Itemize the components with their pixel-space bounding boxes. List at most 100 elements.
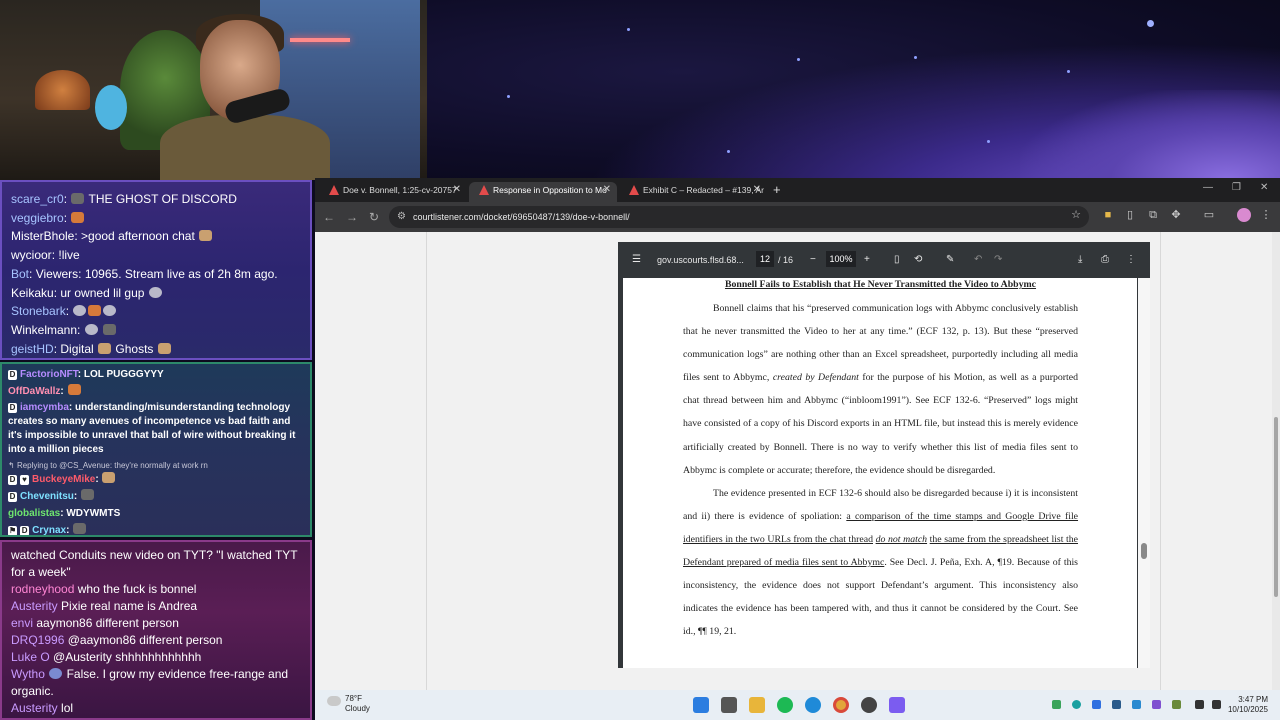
folder-icon[interactable]: ■ <box>1102 209 1114 221</box>
chat-message: D FactorioNFT: LOL PUGGGYYY <box>8 369 164 380</box>
chat-message: scare_cr0: THE GHOST OF DISCORD <box>11 192 237 206</box>
url-input[interactable]: ⚙ courtlistener.com/docket/69650487/139/… <box>389 206 1089 228</box>
pdf-scrollbar[interactable] <box>1138 278 1150 668</box>
chat-message: Winkelmann: <box>11 321 301 340</box>
network-icon[interactable] <box>1195 700 1204 709</box>
tray-icon[interactable] <box>1052 700 1061 709</box>
document-text: Bonnell Fails to Establish that He Never… <box>683 278 1078 643</box>
chat-message: Wytho False. I grow my evidence free-ran… <box>11 667 289 698</box>
chat-message: globalistas: WDYWMTS <box>8 507 121 519</box>
pdf-frame: ☰ gov.uscourts.flsd.68... 12 / 16 − 100%… <box>618 242 1150 668</box>
chat-message: wycioor: !live <box>11 248 80 263</box>
tray-icon[interactable] <box>1132 700 1141 709</box>
extensions-puzzle-icon[interactable]: ✥ <box>1170 209 1182 221</box>
page-number-input[interactable]: 12 <box>756 251 774 267</box>
sidebar-icon[interactable]: ▭ <box>1203 209 1215 221</box>
chrome-icon[interactable] <box>833 697 849 713</box>
spotify-icon[interactable] <box>777 697 793 713</box>
pdf-viewer-area: ☰ gov.uscourts.flsd.68... 12 / 16 − 100%… <box>315 232 1280 690</box>
close-tab-icon[interactable]: ✕ <box>753 182 761 198</box>
edge-icon[interactable] <box>805 697 821 713</box>
bookmark-star-icon[interactable]: ☆ <box>1070 209 1082 221</box>
system-clock[interactable]: 3:47 PM 10/10/2025 <box>1228 695 1268 715</box>
chat-message: Austerity lol <box>11 701 74 715</box>
app-purple-icon[interactable] <box>889 697 905 713</box>
zoom-out-icon[interactable]: − <box>810 253 816 267</box>
screen: scare_cr0: THE GHOST OF DISCORD veggiebr… <box>0 0 1280 720</box>
undo-icon[interactable]: ↶ <box>974 253 982 267</box>
pdf-toolbar: ☰ gov.uscourts.flsd.68... 12 / 16 − 100%… <box>618 242 1150 278</box>
pdf-icon <box>479 185 489 195</box>
chat-message: MisterBhole: >good afternoon chat <box>11 227 301 246</box>
chat-reply-context: ↰ Replying to @CS_Avenue: they're normal… <box>8 460 208 470</box>
maximize-icon[interactable]: ❐ <box>1232 182 1241 193</box>
new-tab-button[interactable]: + <box>773 182 781 198</box>
chat-message: envi aaymon86 different person <box>11 616 179 630</box>
chat-message: watched Conduits new video on TYT? "I wa… <box>11 548 298 579</box>
more-options-icon[interactable]: ⋮ <box>1126 253 1136 267</box>
tab-response-in-opposition[interactable]: Response in Opposition to Mo ✕ <box>469 182 617 202</box>
chat-message: Keikaku: ur owned lil gup <box>11 284 301 303</box>
forward-icon[interactable]: → <box>346 210 358 224</box>
redo-icon[interactable]: ↷ <box>994 253 1002 267</box>
pdf-icon <box>329 185 339 195</box>
steam-icon[interactable] <box>1112 700 1121 709</box>
close-window-icon[interactable]: ✕ <box>1260 182 1268 193</box>
fit-page-icon[interactable]: ▯ <box>894 253 900 267</box>
paragraph: The evidence presented in ECF 132-6 shou… <box>683 487 1079 638</box>
address-bar-row: ← → ↻ ⚙ courtlistener.com/docket/6965048… <box>315 202 1280 232</box>
task-view-icon[interactable] <box>721 697 737 713</box>
tray-icon[interactable] <box>1072 700 1081 709</box>
back-icon[interactable]: ← <box>323 210 335 224</box>
extension-icon[interactable]: ⧉ <box>1147 209 1159 221</box>
browser-window: Doe v. Bonnell, 1:25-cv-20757 ✕ Response… <box>315 178 1280 690</box>
space-background <box>427 0 1280 180</box>
chat-message: Bot: Viewers: 10965. Stream live as of 2… <box>11 266 278 281</box>
chat-message: ⚑ D Crynax: <box>8 522 304 535</box>
trash-icon[interactable]: ▯ <box>1124 209 1136 221</box>
download-icon[interactable]: ⤓ <box>1078 253 1082 267</box>
rotate-icon[interactable]: ⟲ <box>914 253 922 267</box>
chat-panel-top: scare_cr0: THE GHOST OF DISCORD veggiebr… <box>0 180 312 360</box>
weather-widget[interactable]: 78°F Cloudy <box>327 694 377 714</box>
profile-avatar[interactable] <box>1237 208 1251 222</box>
file-explorer-icon[interactable] <box>749 697 765 713</box>
print-icon[interactable]: ⎙ <box>1101 253 1109 267</box>
tab-doe-v-bonnell[interactable]: Doe v. Bonnell, 1:25-cv-20757 ✕ <box>319 182 467 202</box>
annotate-icon[interactable]: ✎ <box>946 253 954 267</box>
hamburger-menu-icon[interactable]: ☰ <box>632 253 641 267</box>
cloud-icon <box>327 696 341 706</box>
page-scrollbar[interactable] <box>1272 232 1280 690</box>
close-tab-icon[interactable]: ✕ <box>453 182 461 198</box>
minimize-icon[interactable]: — <box>1203 182 1213 193</box>
close-tab-icon[interactable]: ✕ <box>603 182 611 198</box>
app-icon[interactable] <box>861 697 877 713</box>
chat-panel-bottom: watched Conduits new video on TYT? "I wa… <box>0 540 312 720</box>
chat-message: DRQ1996 @aaymon86 different person <box>11 633 223 647</box>
volume-icon[interactable] <box>1212 700 1221 709</box>
zoom-level[interactable]: 100% <box>826 251 856 267</box>
zoom-in-icon[interactable]: + <box>864 253 870 267</box>
tab-bar: Doe v. Bonnell, 1:25-cv-20757 ✕ Response… <box>315 178 1280 202</box>
webcam-feed <box>0 0 427 180</box>
reload-icon[interactable]: ↻ <box>369 210 379 224</box>
paragraph: Bonnell claims that his “preserved commu… <box>683 303 1079 476</box>
pdf-page: Bonnell Fails to Establish that He Never… <box>623 278 1137 668</box>
page-total: / 16 <box>778 255 794 265</box>
windows-start-icon[interactable] <box>693 697 709 713</box>
chat-message: D Chevenitsu: <box>8 488 304 506</box>
site-info-icon[interactable]: ⚙ <box>397 206 406 228</box>
taskbar: 78°F Cloudy 3:47 PM 10/10/2025 <box>315 690 1280 720</box>
tray-icon[interactable] <box>1152 700 1161 709</box>
tray-icon[interactable] <box>1172 700 1181 709</box>
tab-exhibit-c[interactable]: Exhibit C – Redacted – #139, Ar ✕ <box>619 182 767 202</box>
chat-message: geistHD: Digital Ghosts <box>11 340 301 359</box>
chat-message: Luke O @Austerity shhhhhhhhhhhh <box>11 650 202 664</box>
pdf-filename: gov.uscourts.flsd.68... <box>657 255 744 265</box>
section-heading: Bonnell Fails to Establish that He Never… <box>724 279 1037 290</box>
chat-panel-middle: D FactorioNFT: LOL PUGGGYYY OffDaWallz: D… <box>0 362 312 537</box>
menu-icon[interactable]: ⋮ <box>1260 209 1272 221</box>
chat-message: Austerity Pixie real name is Andrea <box>11 599 198 613</box>
tray-icon[interactable] <box>1092 700 1101 709</box>
pdf-icon <box>629 185 639 195</box>
